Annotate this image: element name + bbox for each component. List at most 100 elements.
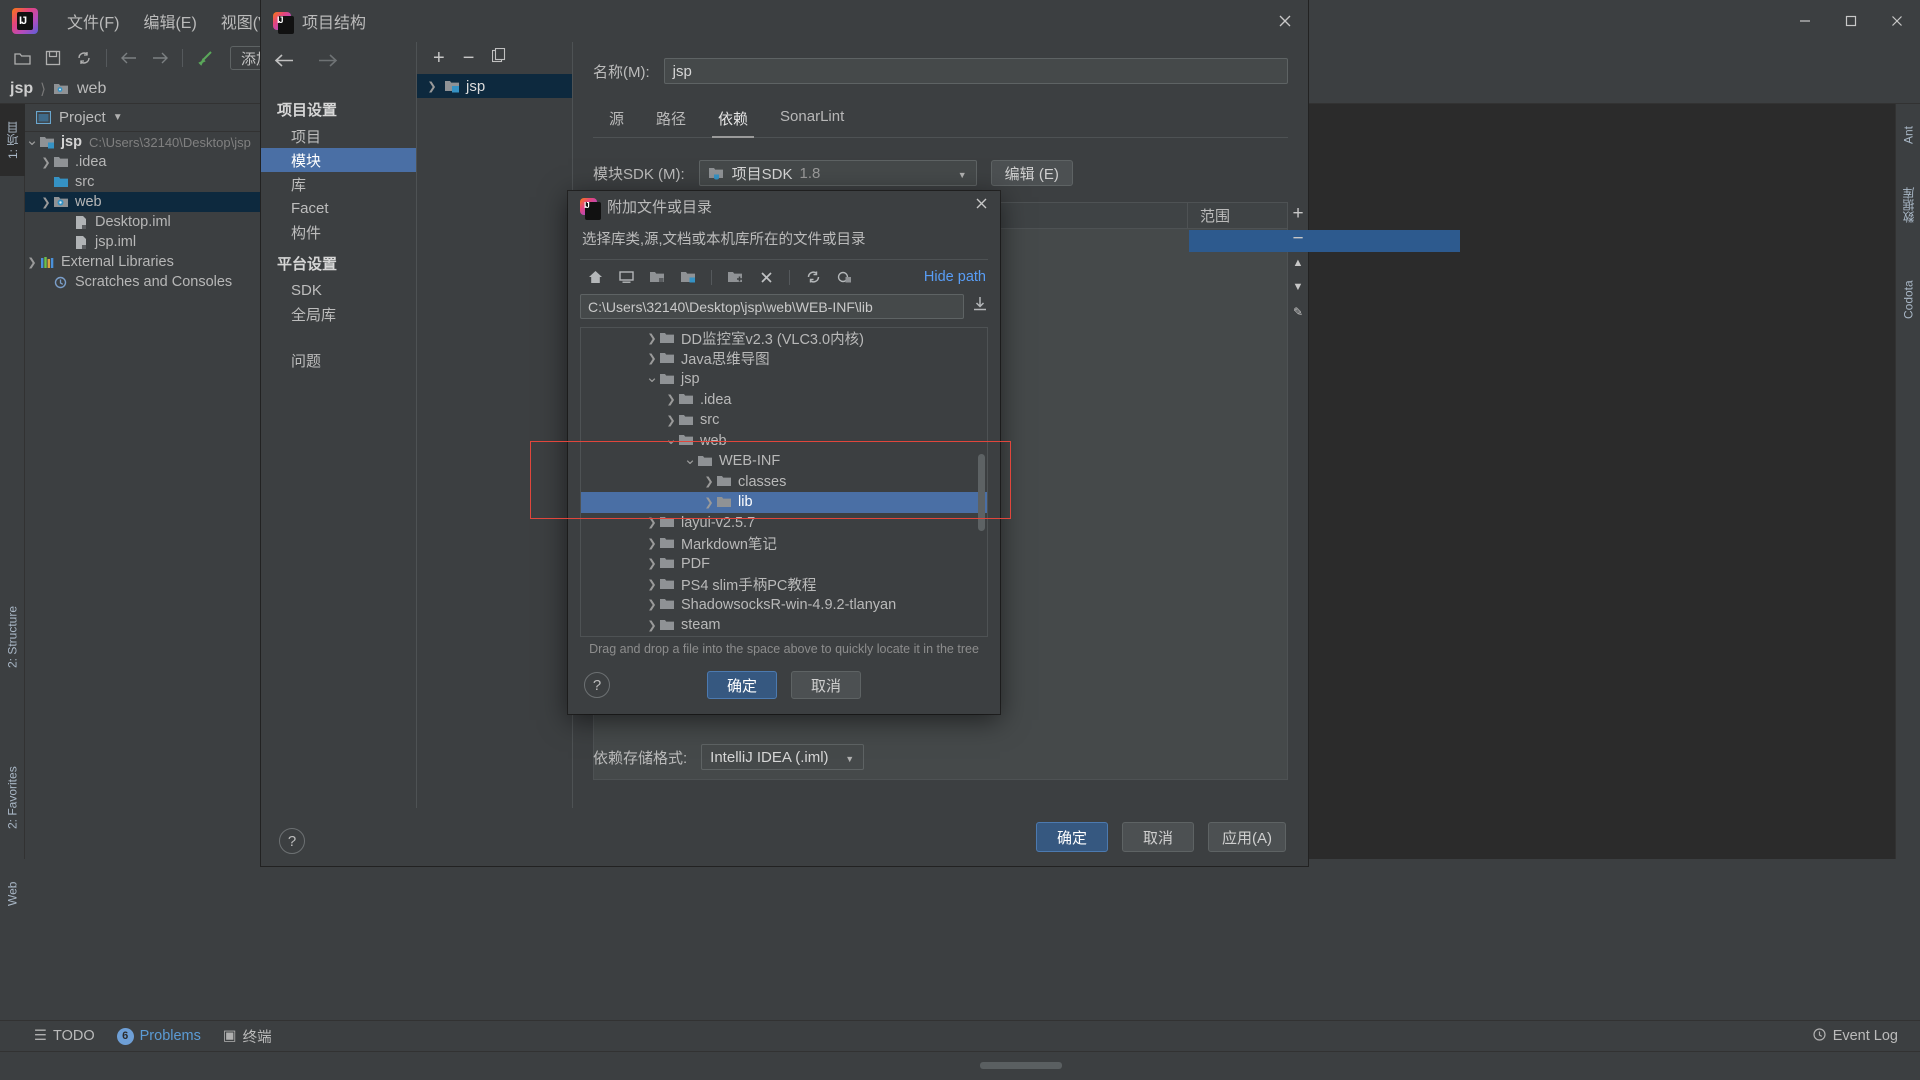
- chevron-right-icon[interactable]: ❯: [702, 475, 716, 488]
- chevron-down-icon[interactable]: ▼: [845, 754, 854, 764]
- file-tree-row[interactable]: ❯ layui-v2.5.7: [581, 513, 987, 534]
- minimize-icon[interactable]: [1782, 0, 1828, 42]
- tool-tab-web[interactable]: Web: [0, 869, 25, 919]
- sidebar-item-n20[interactable]: 问题: [261, 348, 416, 372]
- file-tree-row[interactable]: ⌄ web: [581, 431, 987, 452]
- remove-module-icon[interactable]: −: [463, 48, 475, 68]
- file-tree-row[interactable]: ❯ lib: [581, 492, 987, 513]
- status-terminal[interactable]: ▣ 终端: [223, 1026, 272, 1047]
- tab-sources[interactable]: 源: [593, 104, 640, 137]
- home-icon[interactable]: [582, 265, 608, 289]
- chevron-right-icon[interactable]: ❯: [645, 619, 659, 632]
- sidebar-item-n04[interactable]: 构件: [261, 220, 416, 244]
- project-tree-row[interactable]: src: [25, 172, 260, 192]
- chevron-down-icon[interactable]: ⌄: [683, 450, 697, 468]
- file-tree-row[interactable]: ❯ PS4 slim手柄PC教程: [581, 574, 987, 595]
- sidebar-item-n00[interactable]: 项目: [261, 124, 416, 148]
- chevron-right-icon[interactable]: ❯: [702, 496, 716, 509]
- copy-module-icon[interactable]: [492, 47, 506, 68]
- dependencies-selected-row[interactable]: [1189, 230, 1460, 252]
- tool-tab-database[interactable]: 数据库: [1896, 172, 1920, 238]
- chevron-right-icon[interactable]: ❯: [39, 156, 53, 169]
- back-arrow-icon[interactable]: [115, 45, 143, 71]
- chevron-right-icon[interactable]: ❯: [645, 598, 659, 611]
- apply-button[interactable]: 应用(A): [1208, 822, 1286, 852]
- remove-dependency-icon[interactable]: −: [1292, 229, 1303, 248]
- menu-edit[interactable]: 编辑(E): [132, 5, 207, 37]
- chevron-right-icon[interactable]: ❯: [645, 537, 659, 550]
- sync-icon[interactable]: [70, 45, 98, 71]
- chevron-right-icon[interactable]: ❯: [645, 352, 659, 365]
- status-problems[interactable]: 6 Problems: [116, 1027, 201, 1045]
- chevron-right-icon[interactable]: ❯: [664, 414, 678, 427]
- project-tree-row[interactable]: Scratches and Consoles: [25, 272, 260, 292]
- file-tree-row[interactable]: ❯ steam: [581, 615, 987, 636]
- sidebar-item-n11[interactable]: 全局库: [261, 302, 416, 326]
- project-tree-row[interactable]: ❯ .idea: [25, 152, 260, 172]
- sidebar-item-active[interactable]: 模块: [261, 148, 416, 172]
- cancel-button[interactable]: 取消: [791, 671, 861, 699]
- hide-path-link[interactable]: Hide path: [924, 269, 986, 285]
- refresh-icon[interactable]: [800, 265, 826, 289]
- project-tree-row[interactable]: ⌄ jsp C:\Users\32140\Desktop\jsp: [25, 132, 260, 152]
- tab-sonarlint[interactable]: SonarLint: [764, 104, 860, 137]
- edit-sdk-button[interactable]: 编辑 (E): [990, 160, 1073, 186]
- path-input[interactable]: C:\Users\32140\Desktop\jsp\web\WEB-INF\l…: [580, 294, 964, 319]
- file-chooser-tree[interactable]: ❯ DD监控室v2.3 (VLC3.0内核) ❯ Java思维导图 ⌄ jsp ❯ .idea…: [580, 327, 988, 637]
- breadcrumb-file[interactable]: web: [77, 80, 106, 98]
- module-folder-icon[interactable]: [675, 265, 701, 289]
- tool-tab-ant[interactable]: Ant: [1896, 104, 1920, 166]
- project-panel-header[interactable]: Project ▼: [25, 104, 260, 132]
- build-hammer-icon[interactable]: [191, 45, 219, 71]
- cancel-button[interactable]: 取消: [1122, 822, 1194, 852]
- chevron-down-icon[interactable]: ⌄: [25, 131, 39, 149]
- project-tree[interactable]: ⌄ jsp C:\Users\32140\Desktop\jsp ❯ .idea src ❯…: [25, 132, 260, 292]
- chevron-right-icon[interactable]: ❯: [645, 332, 659, 345]
- chevron-down-icon[interactable]: ▼: [958, 170, 967, 180]
- open-project-icon[interactable]: [8, 45, 36, 71]
- project-tree-row[interactable]: Desktop.iml: [25, 212, 260, 232]
- chevron-right-icon[interactable]: ❯: [664, 393, 678, 406]
- chevron-right-icon[interactable]: ❯: [25, 256, 39, 269]
- close-icon[interactable]: [1874, 0, 1920, 42]
- file-tree-row[interactable]: ❯ PDF: [581, 554, 987, 575]
- sidebar-forward-icon[interactable]: [317, 53, 339, 73]
- show-hidden-icon[interactable]: [831, 265, 857, 289]
- sidebar-items-list[interactable]: 项目设置 项目 模块库 Facet 构件 平台设置 SDK 全局库 问题: [261, 90, 416, 372]
- tool-tab-project[interactable]: 1: 项目: [0, 104, 25, 176]
- close-icon[interactable]: [1274, 10, 1296, 32]
- tool-tab-codota[interactable]: Codota: [1896, 250, 1920, 350]
- breadcrumb-project[interactable]: jsp: [10, 80, 33, 98]
- add-dependency-icon[interactable]: +: [1292, 204, 1303, 223]
- maximize-icon[interactable]: [1828, 0, 1874, 42]
- sidebar-back-icon[interactable]: [273, 53, 295, 73]
- tab-dependencies[interactable]: 依赖: [702, 104, 764, 138]
- project-folder-icon[interactable]: [644, 265, 670, 289]
- file-tree-row[interactable]: ❯ ShadowsocksR-win-4.9.2-tlanyan: [581, 595, 987, 616]
- tab-paths[interactable]: 路径: [640, 104, 702, 137]
- ok-button[interactable]: 确定: [1036, 822, 1108, 852]
- horizontal-scrollbar[interactable]: [980, 1062, 1062, 1069]
- chevron-right-icon[interactable]: ❯: [645, 516, 659, 529]
- module-sdk-combo[interactable]: 项目SDK 1.8 ▼: [698, 160, 977, 186]
- new-folder-icon[interactable]: [722, 265, 748, 289]
- status-todo[interactable]: ☰ TODO: [34, 1028, 95, 1044]
- sidebar-item-n03[interactable]: Facet: [261, 196, 416, 220]
- ok-button[interactable]: 确定: [707, 671, 777, 699]
- file-tree-row[interactable]: ❯ classes: [581, 472, 987, 493]
- move-down-icon[interactable]: ▼: [1293, 281, 1304, 293]
- module-name-input[interactable]: jsp: [663, 58, 1288, 84]
- save-all-icon[interactable]: [39, 45, 67, 71]
- help-button[interactable]: ?: [279, 828, 305, 854]
- project-tree-row[interactable]: jsp.iml: [25, 232, 260, 252]
- chevron-right-icon[interactable]: ❯: [425, 80, 439, 93]
- file-tree-row[interactable]: ❯ Java思维导图: [581, 349, 987, 370]
- forward-arrow-icon[interactable]: [146, 45, 174, 71]
- menu-file[interactable]: 文件(F): [56, 5, 130, 37]
- desktop-icon[interactable]: [613, 265, 639, 289]
- chevron-down-icon[interactable]: ⌄: [664, 430, 678, 448]
- sidebar-item-n02[interactable]: 库: [261, 172, 416, 196]
- file-tree-row[interactable]: ❯小丸工具箱rev194: [581, 636, 987, 637]
- edit-dependency-icon[interactable]: ✎: [1293, 305, 1303, 319]
- file-tree-row[interactable]: ❯ .idea: [581, 390, 987, 411]
